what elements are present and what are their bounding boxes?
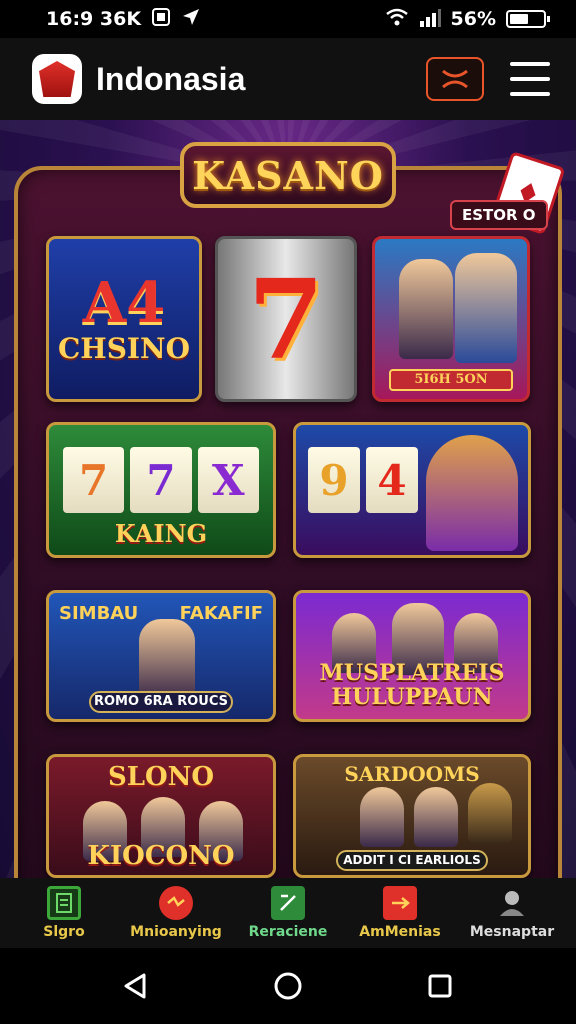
system-nav-bar (0, 948, 576, 1024)
tile-top-text: SIMBAU (59, 603, 139, 624)
nav-item-ammenias[interactable]: AmMenias (345, 886, 455, 940)
cast-icon (442, 69, 468, 89)
location-arrow-icon (181, 7, 201, 32)
reel-symbol: X (197, 447, 259, 513)
hamburger-menu-icon[interactable] (510, 62, 550, 96)
tile-small-text: CHSINO (57, 332, 191, 366)
nav-item-reraciene[interactable]: Reraciene (233, 886, 343, 940)
nav-item-slgro[interactable]: Slgro (9, 886, 119, 940)
nav-label: Reraciene (248, 924, 328, 940)
reel-symbol: 4 (366, 447, 418, 513)
tile-label: ADDIT I CI EARLIOLS (336, 849, 488, 871)
tile-top-text: SARDOOMS (344, 762, 480, 786)
status-bar: 16:9 36K 56% (0, 0, 576, 38)
tile-label: ROMO 6RA ROUCS (89, 690, 233, 713)
game-tile-slono[interactable]: SLONO KIOCONO (46, 754, 276, 878)
reel-row: 7 7 X (63, 447, 259, 513)
app-bar: Indonasia (0, 38, 576, 120)
status-time: 16:9 36K (46, 8, 142, 30)
nav-item-mnioanying[interactable]: Mnioanying (121, 886, 231, 940)
reel-symbol: 9 (308, 447, 360, 513)
reel-symbol: 7 (130, 447, 192, 513)
character (414, 787, 458, 847)
tile-label: MUSPLATREIS HULUPPAUN (319, 659, 505, 710)
home-circle-icon[interactable] (268, 966, 308, 1006)
battery-percent: 56% (450, 8, 496, 30)
nav-label: Mnioanying (130, 924, 222, 940)
main-content: KASANO ♦ ESTOR O A4 CHSINO 7 5I6H 5ON 7 … (0, 120, 576, 878)
profile-icon (495, 886, 529, 920)
store-badge[interactable]: ESTOR O (450, 200, 548, 230)
battery-fill (510, 14, 528, 24)
reel-row: 9 4 (308, 447, 418, 513)
character (360, 787, 404, 847)
character-monster (468, 783, 512, 843)
back-triangle-icon[interactable] (116, 966, 156, 1006)
bottom-nav: Slgro Mnioanying Reraciene AmMenias Mesn… (0, 878, 576, 948)
casino-marquee: KASANO (180, 142, 396, 208)
seven-symbol: 7 (247, 254, 325, 384)
app-title: Indonasia (96, 60, 246, 97)
tile-label: KAING (114, 518, 208, 548)
signal-icon (419, 7, 441, 32)
cast-button[interactable] (426, 57, 484, 101)
status-right: 56% (385, 7, 550, 32)
nav-label: Mesnaptar (469, 924, 555, 940)
tile-top-text: SLONO (107, 762, 215, 792)
character-woman (455, 253, 517, 363)
promo-icon (159, 886, 193, 920)
slots-icon (47, 886, 81, 920)
game-tile-casino-a4[interactable]: A4 CHSINO (46, 236, 202, 402)
app-logo[interactable] (32, 54, 82, 104)
tile-big-text: A4 (82, 269, 166, 336)
tile-label: 5I6H 5ON (389, 368, 513, 391)
character-man (139, 619, 195, 699)
character-man (399, 259, 453, 359)
wifi-icon (385, 7, 409, 32)
tile-bottom-text: KIOCONO (87, 841, 235, 872)
game-tile-lucky-seven[interactable]: 7 (215, 236, 357, 402)
tile-label: A4 CHSINO (57, 269, 191, 366)
recents-square-icon[interactable] (420, 966, 460, 1006)
game-tile-kaing[interactable]: 7 7 X KAING (46, 422, 276, 558)
game-tile-sardooms[interactable]: SARDOOMS ADDIT I CI EARLIOLS (293, 754, 531, 878)
game-tile-queen-slots[interactable]: 9 4 (293, 422, 531, 558)
game-tile-simbau[interactable]: SIMBAU FAKAFIF ROMO 6RA ROUCS (46, 590, 276, 722)
status-left: 16:9 36K (46, 7, 201, 32)
nav-label: Slgro (43, 924, 85, 940)
logo-shield-icon (39, 61, 75, 97)
game-tile-multiplayer[interactable]: MUSPLATREIS HULUPPAUN (293, 590, 531, 722)
tile-side-text: FAKAFIF (179, 603, 263, 624)
casino-icon (383, 886, 417, 920)
character-queen (426, 435, 518, 551)
marquee-title: KASANO (192, 152, 384, 198)
nav-item-mesnaptar[interactable]: Mesnaptar (457, 886, 567, 940)
games-icon (271, 886, 305, 920)
reel-symbol: 7 (63, 447, 125, 513)
nav-label: AmMenias (359, 924, 441, 940)
notification-icon (151, 7, 171, 32)
battery-icon (506, 10, 550, 28)
game-tile-couple[interactable]: 5I6H 5ON (372, 236, 530, 402)
